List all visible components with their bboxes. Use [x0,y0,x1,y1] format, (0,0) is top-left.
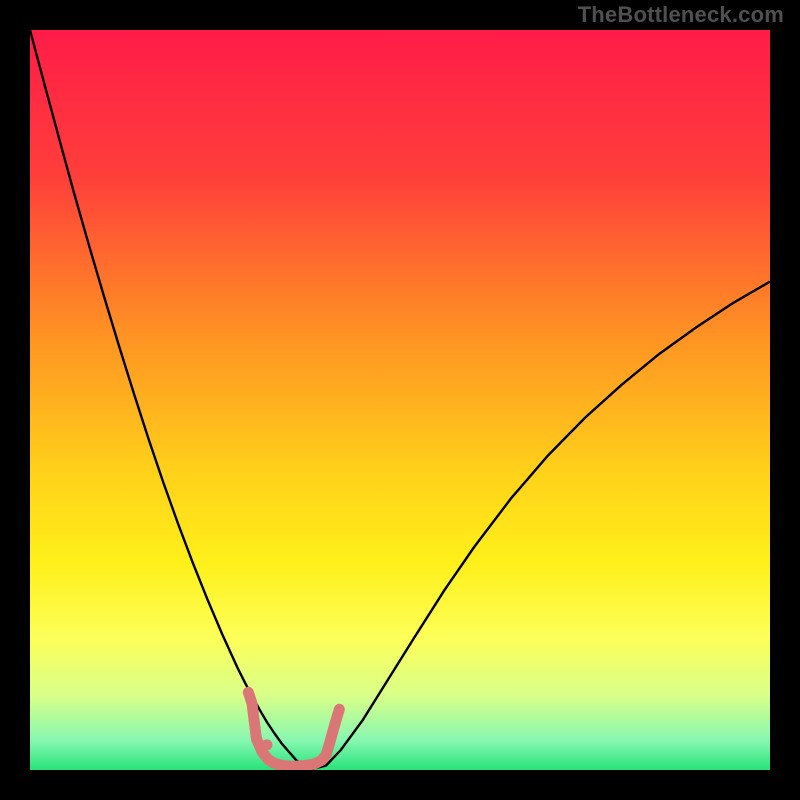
watermark-text: TheBottleneck.com [578,2,784,28]
plot-area [30,30,770,770]
chart-svg [30,30,770,770]
chart-container: TheBottleneck.com [0,0,800,800]
